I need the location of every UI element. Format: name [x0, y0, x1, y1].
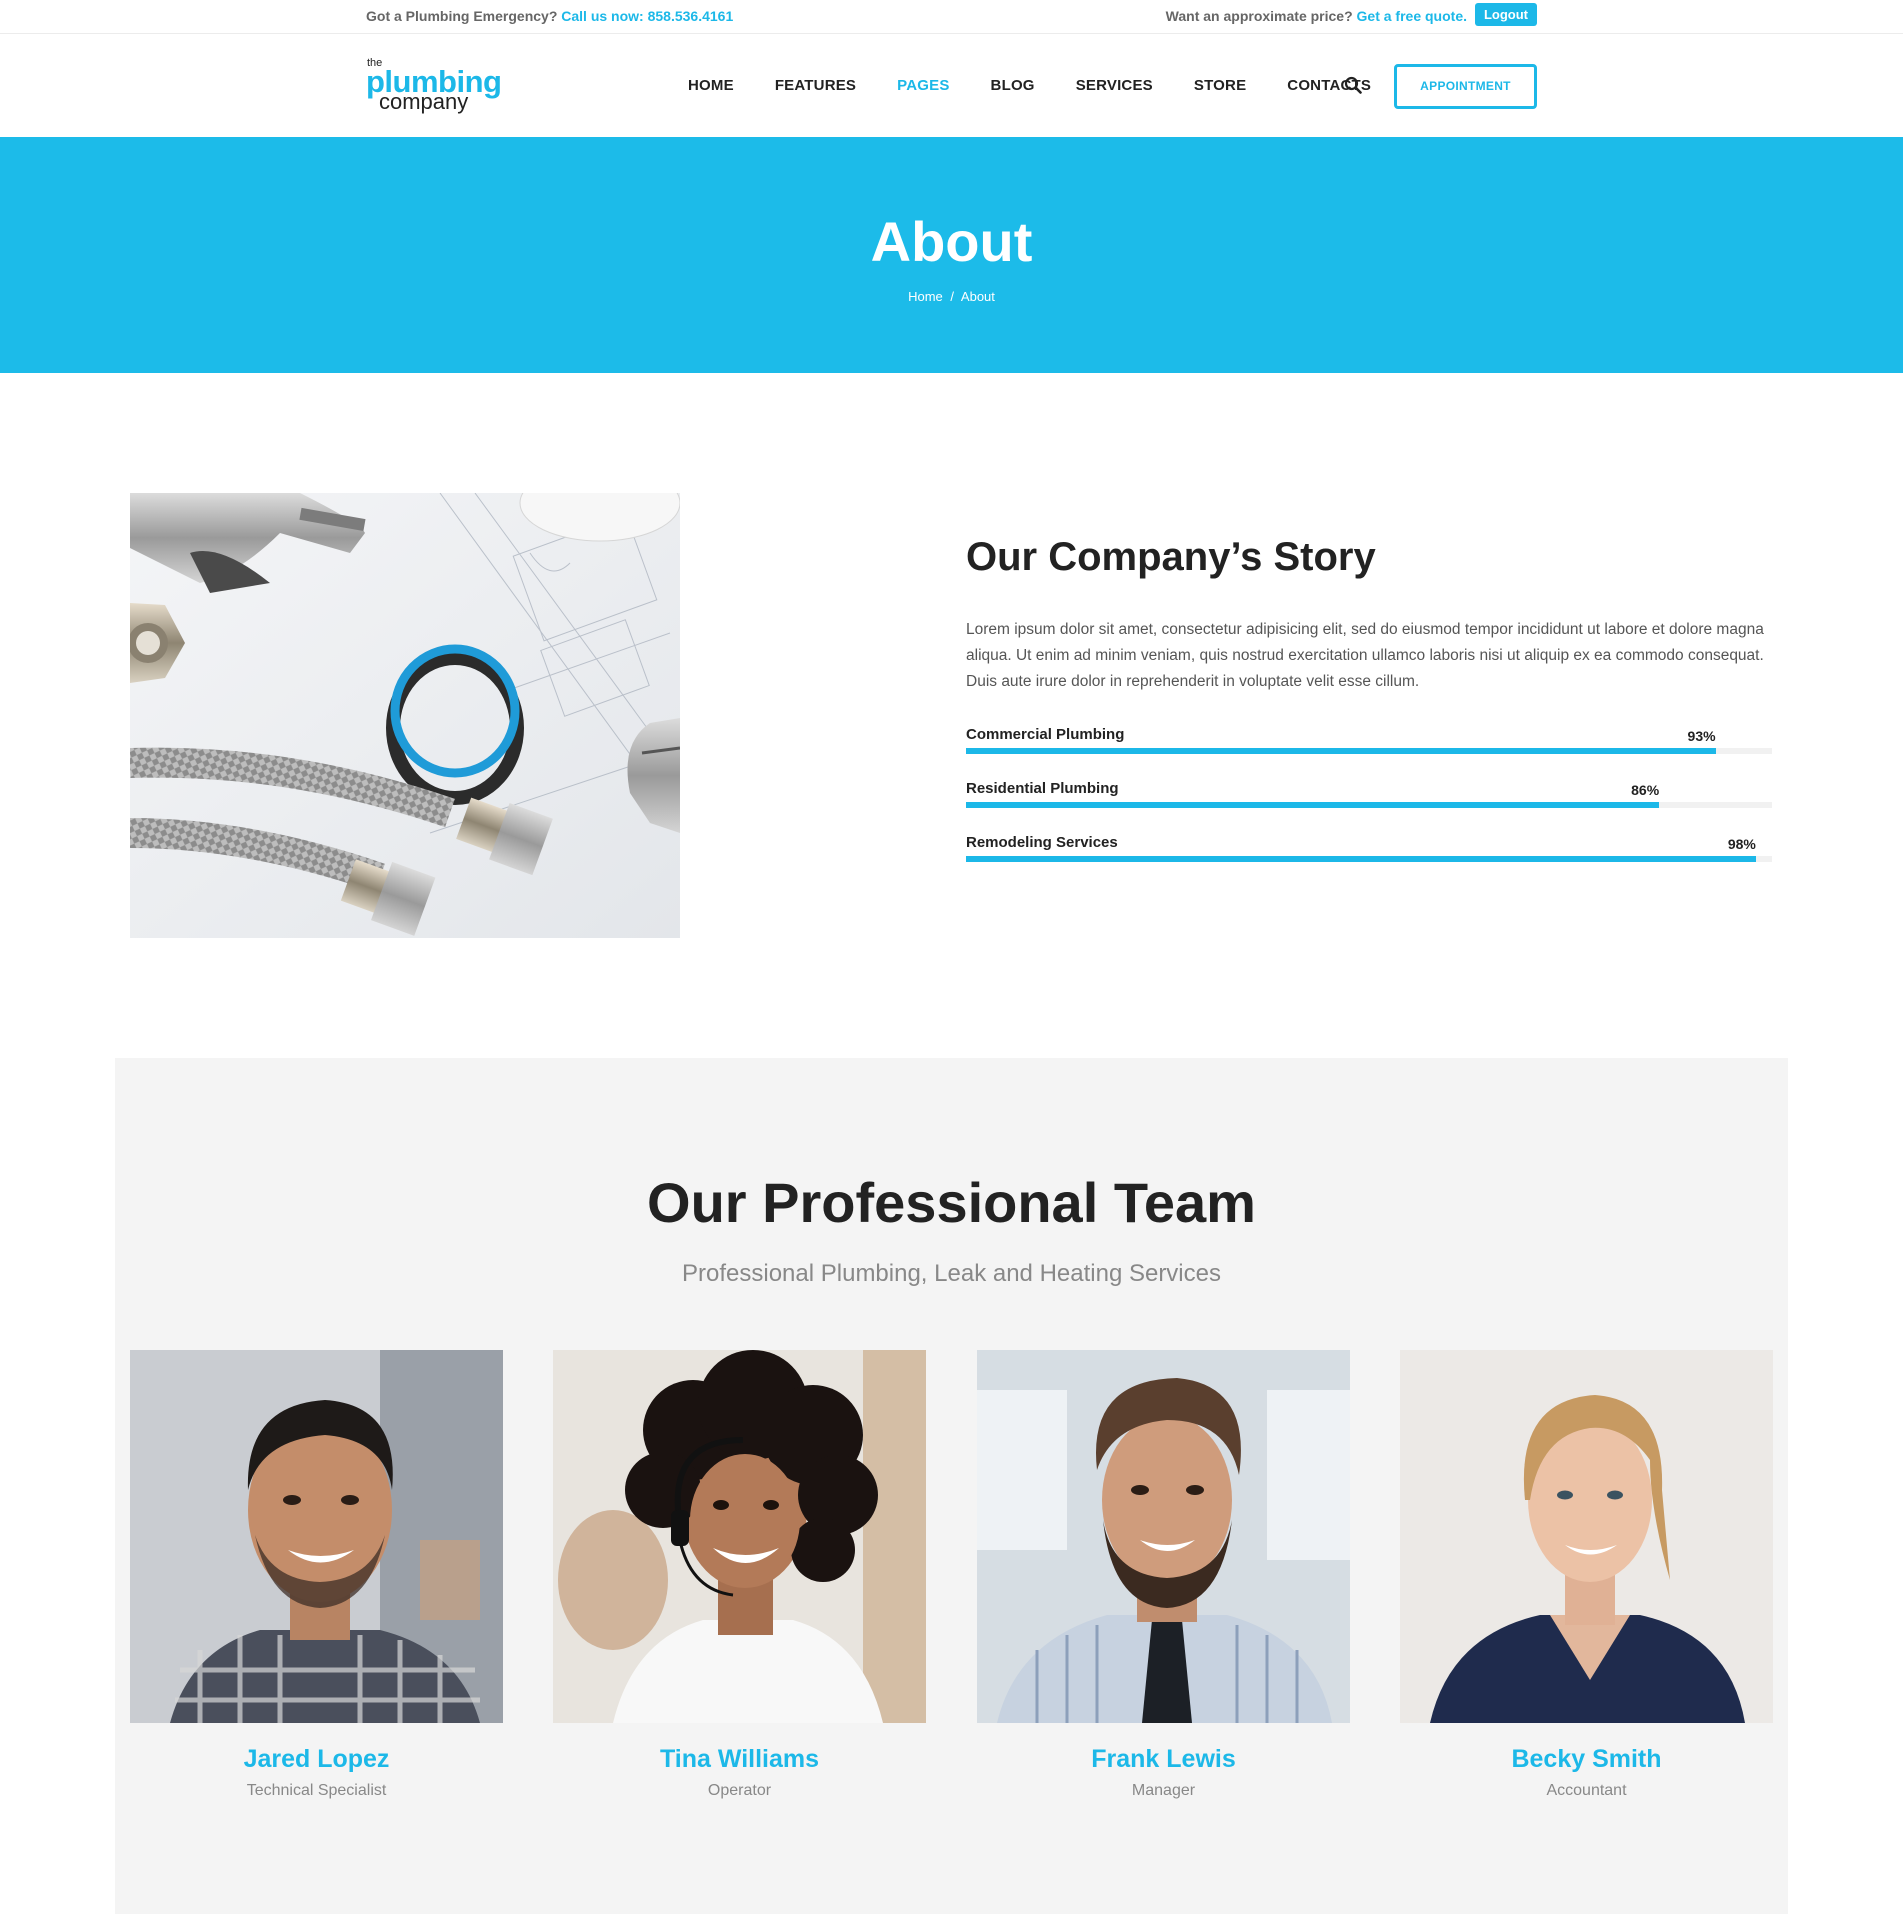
- team-member-card[interactable]: Becky Smith Accountant: [1400, 1350, 1773, 1800]
- story-text: Lorem ipsum dolor sit amet, consectetur …: [966, 621, 1764, 690]
- team-section: Our Professional Team Professional Plumb…: [115, 1058, 1788, 1914]
- breadcrumb-separator: /: [950, 289, 955, 304]
- skill-label: Commercial Plumbing: [966, 726, 1125, 743]
- nav-item-blog[interactable]: BLOG: [991, 77, 1035, 94]
- team-member-role: Technical Specialist: [246, 1782, 387, 1799]
- team-member-role: Operator: [707, 1782, 772, 1799]
- site-logo[interactable]: the plumbing company: [366, 55, 506, 115]
- skill-percent: 93%: [1687, 728, 1716, 744]
- logo-company: company: [379, 89, 469, 114]
- skill-percent: 86%: [1631, 782, 1660, 798]
- team-member-name[interactable]: Jared Lopez: [130, 1745, 503, 1774]
- story-title: Our Company’s Story: [966, 535, 1376, 579]
- nav-item-pages[interactable]: PAGES: [897, 77, 949, 94]
- nav-item-services[interactable]: SERVICES: [1076, 77, 1153, 94]
- team-member-photo[interactable]: [1400, 1350, 1773, 1723]
- site-header: the plumbing company HOME FEATURES PAGES…: [0, 35, 1903, 137]
- team-member-card[interactable]: Frank Lewis Manager: [977, 1350, 1350, 1800]
- skill-percent: 98%: [1727, 836, 1756, 852]
- skill-label: Remodeling Services: [966, 834, 1118, 851]
- nav-item-features[interactable]: FEATURES: [775, 77, 856, 94]
- avatar: [553, 1350, 926, 1723]
- skill-label: Residential Plumbing: [966, 780, 1119, 797]
- team-member-photo[interactable]: [553, 1350, 926, 1723]
- quote-line: Want an approximate price? Get a free qu…: [1166, 8, 1467, 24]
- plumbing-tools-illustration: [130, 493, 680, 938]
- nav-item-home[interactable]: HOME: [688, 77, 734, 94]
- team-member-role: Manager: [1131, 1782, 1196, 1799]
- skill-commercial-plumbing: Commercial Plumbing 93%: [966, 726, 1772, 766]
- skill-bar-fill: [966, 802, 1660, 808]
- emergency-line: Got a Plumbing Emergency? Call us now: 8…: [366, 8, 733, 24]
- team-member-name[interactable]: Becky Smith: [1400, 1745, 1773, 1774]
- breadcrumb-home[interactable]: Home: [908, 289, 943, 304]
- team-member-card[interactable]: Jared Lopez Technical Specialist: [130, 1350, 503, 1800]
- free-quote-link[interactable]: Get a free quote.: [1357, 8, 1467, 24]
- team-subtitle: Professional Plumbing, Leak and Heating …: [682, 1260, 1221, 1287]
- top-bar: Got a Plumbing Emergency? Call us now: 8…: [0, 0, 1903, 34]
- team-member-card[interactable]: Tina Williams Operator: [553, 1350, 926, 1800]
- page-title: About: [870, 210, 1033, 273]
- team-member-name[interactable]: Frank Lewis: [977, 1745, 1350, 1774]
- main-nav: HOME FEATURES PAGES BLOG SERVICES STORE …: [688, 77, 1412, 94]
- call-now-link[interactable]: Call us now: 858.536.4161: [561, 8, 733, 24]
- team-member-photo[interactable]: [130, 1350, 503, 1723]
- nav-item-store[interactable]: STORE: [1194, 77, 1246, 94]
- appointment-button[interactable]: APPOINTMENT: [1394, 64, 1537, 109]
- plumbing-tools-photo: [130, 493, 680, 938]
- skill-bar-fill: [966, 856, 1756, 862]
- team-member-role: Accountant: [1546, 1782, 1627, 1799]
- emergency-text: Got a Plumbing Emergency?: [366, 8, 558, 24]
- avatar: [1400, 1350, 1773, 1723]
- page-hero: About Home / About: [0, 137, 1903, 373]
- breadcrumb-current: About: [960, 289, 995, 304]
- team-title: Our Professional Team: [647, 1171, 1256, 1234]
- skill-residential-plumbing: Residential Plumbing 86%: [966, 780, 1772, 820]
- team-member-name[interactable]: Tina Williams: [553, 1745, 926, 1774]
- skill-bar-fill: [966, 748, 1716, 754]
- breadcrumb: Home / About: [0, 289, 1903, 304]
- avatar: [977, 1350, 1350, 1723]
- avatar: [130, 1350, 503, 1723]
- price-text: Want an approximate price?: [1165, 8, 1353, 24]
- skill-remodeling-services: Remodeling Services 98%: [966, 834, 1772, 874]
- search-icon[interactable]: [1344, 76, 1362, 94]
- logout-button[interactable]: Logout: [1475, 3, 1537, 26]
- team-member-photo[interactable]: [977, 1350, 1350, 1723]
